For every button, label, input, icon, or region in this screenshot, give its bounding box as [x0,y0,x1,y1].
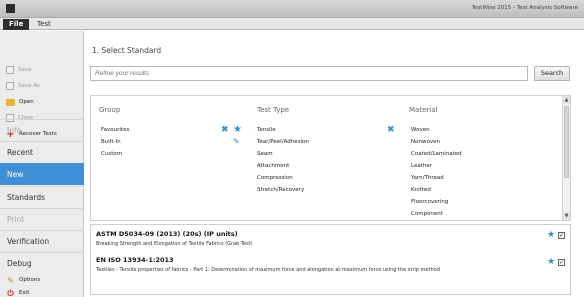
save-as-label: Save As [18,83,40,89]
app-logo-icon [6,4,15,13]
edit-pin-icon[interactable]: ✎ [233,138,240,146]
test-type-header: Test Type [257,106,290,114]
favourite-star-icon[interactable]: ★ [547,258,555,267]
test-type-option-compression[interactable]: Compression [257,175,293,181]
favourite-star-icon[interactable]: ★ [233,125,242,135]
exit-label: Exit [19,290,30,296]
sidebar-item-print[interactable]: Print [0,208,84,230]
result-description: Textiles - Tensile properties of fabrics… [96,267,440,273]
material-option-coated[interactable]: Coated/Laminated [411,151,462,157]
ribbon-tabs: File Test [0,18,584,30]
window-title: TestWise 2015 - Test Analysis Software [471,5,578,11]
result-description: Breaking Strength and Elongation of Text… [96,241,253,247]
group-header: Group [99,106,121,114]
sidebar-item-debug[interactable]: Debug [0,252,84,274]
clear-group-icon[interactable]: ✖ [221,126,229,135]
material-option-nonwoven[interactable]: Nonwoven [411,139,440,145]
group-option-custom[interactable]: Custom [101,151,122,157]
power-icon: ⏻ [7,288,14,297]
test-type-option-tear[interactable]: Tear/Peel/Adhesion [257,139,309,145]
section-title: 1. Select Standard [92,46,162,55]
open-label: Open [19,99,34,105]
result-checkbox[interactable]: ✓ [558,232,565,239]
options-button[interactable]: ✎ Options [6,274,40,286]
test-type-option-stretch[interactable]: Stretch/Recovery [257,187,304,193]
result-title: EN ISO 13934-1:2013 [96,256,174,264]
material-option-woven[interactable]: Woven [411,127,430,133]
search-input[interactable] [90,66,528,81]
test-type-option-seam[interactable]: Seam [257,151,273,157]
material-header: Material [409,106,438,114]
material-option-knitted[interactable]: Knitted [411,187,431,193]
sidebar-item-recent[interactable]: Recent [0,141,84,163]
folder-icon [6,98,15,106]
options-label: Options [19,277,41,283]
disk-icon [6,82,14,90]
search-button[interactable]: Search [534,66,570,81]
open-button[interactable]: Open [6,96,34,108]
result-title: ASTM D5034-09 (2013) (20s) (IP units) [96,230,238,238]
tab-test[interactable]: Test [31,19,57,30]
exit-button[interactable]: ⏻ Exit [6,287,29,297]
material-option-floorcovering[interactable]: Floorcovering [411,199,448,205]
results-list: ASTM D5034-09 (2013) (20s) (IP units) Br… [90,224,571,295]
result-checkbox[interactable]: ✓ [558,259,565,266]
sidebar-item-info[interactable]: Info [0,119,84,141]
filter-panel: Group Test Type Material Favourites Buil… [90,95,571,221]
scroll-down-icon[interactable]: ▼ [563,212,570,220]
group-option-favourites[interactable]: Favourites [101,127,129,133]
scroll-thumb[interactable] [564,106,569,178]
save-label: Save [18,67,32,73]
sidebar-item-standards[interactable]: Standards [0,186,84,208]
sidebar: Save Save As Open Close + Recover Tests … [0,31,84,297]
sidebar-item-verification[interactable]: Verification [0,230,84,252]
title-bar: TestWise 2015 - Test Analysis Software [0,0,584,18]
material-option-component[interactable]: Component [411,211,443,217]
pencil-icon: ✎ [7,275,14,285]
material-option-yarn[interactable]: Yarn/Thread [411,175,444,181]
test-type-option-tensile[interactable]: Tensile [257,127,276,133]
test-type-option-attachment[interactable]: Attachment [257,163,289,169]
save-button[interactable]: Save [6,64,32,76]
tab-file[interactable]: File [3,19,29,30]
material-option-leather[interactable]: Leather [411,163,432,169]
save-as-button[interactable]: Save As [6,80,40,92]
app-window: TestWise 2015 - Test Analysis Software F… [0,0,584,297]
favourite-star-icon[interactable]: ★ [547,231,555,240]
clear-test-type-icon[interactable]: ✖ [387,126,395,135]
disk-icon [6,66,14,74]
filter-scrollbar[interactable]: ▲ ▼ [562,96,570,220]
scroll-up-icon[interactable]: ▲ [563,96,570,104]
sidebar-item-new[interactable]: New [0,163,84,185]
group-option-built-in[interactable]: Built-In [101,139,121,145]
